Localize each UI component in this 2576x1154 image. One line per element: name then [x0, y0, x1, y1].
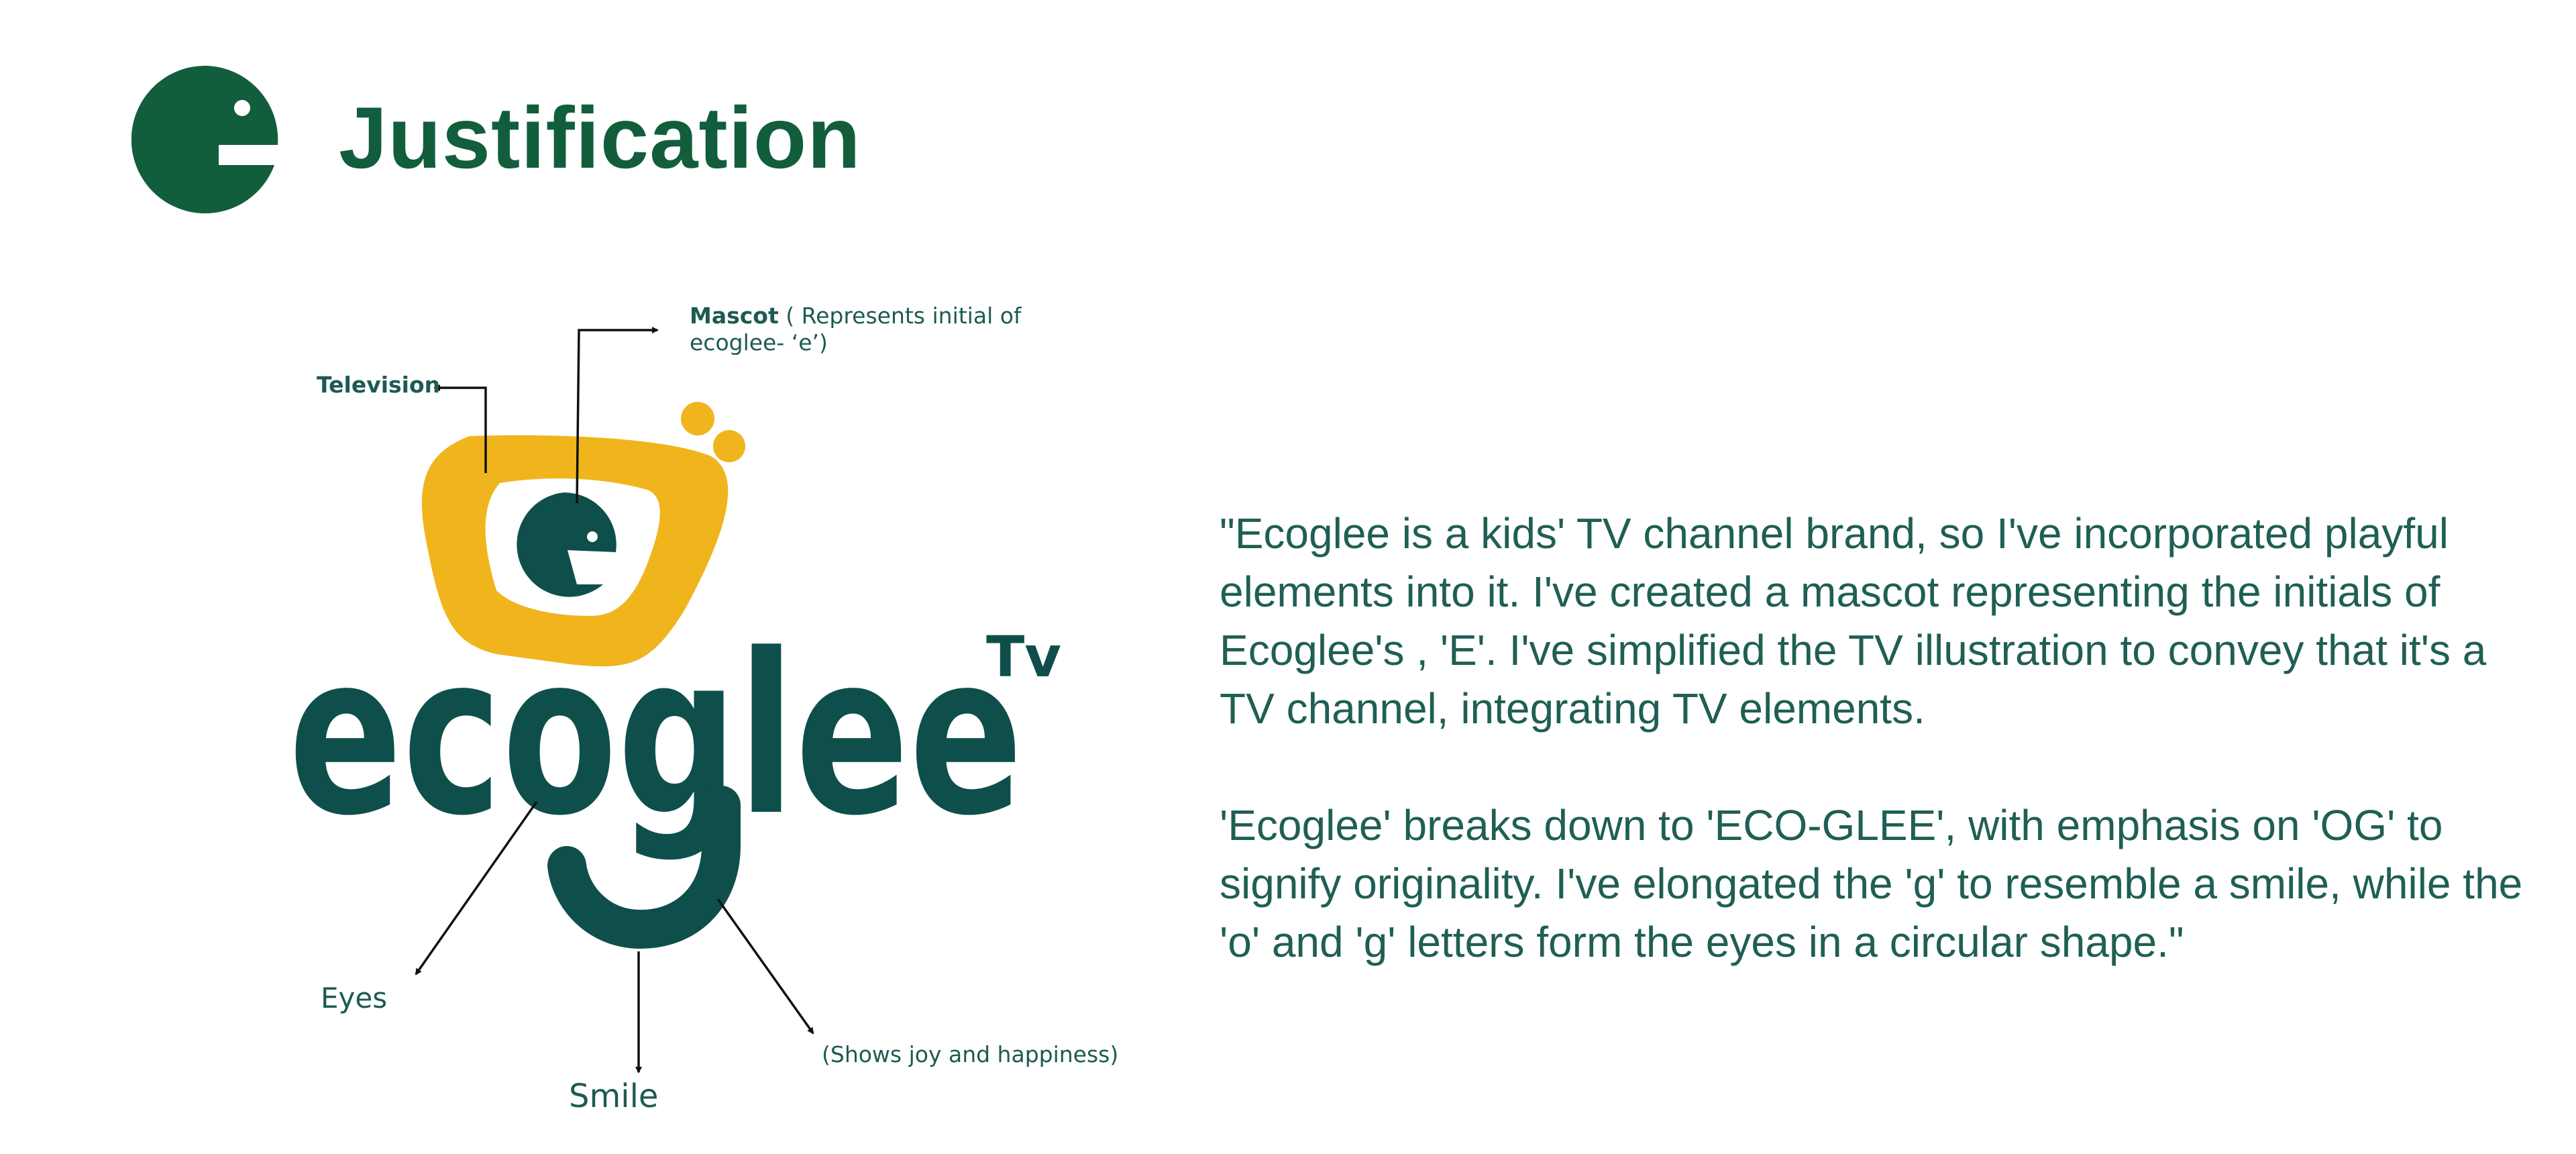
mascot-label: Mascot ( Represents initial of: [690, 303, 1022, 329]
mascot-label-line1: ( Represents initial of: [779, 303, 1022, 329]
logo-diagram: ecoglee Tv Mascot ( Represents initial o…: [288, 303, 1118, 1115]
wordmark: ecoglee: [288, 607, 1023, 864]
smile-label: Smile: [569, 1078, 658, 1115]
joy-arrow: [716, 898, 814, 1035]
mascot-label-line2: ecoglee- ‘e’): [690, 329, 828, 356]
mascot-label-bold: Mascot: [690, 303, 779, 329]
joy-label: (Shows joy and happiness): [822, 1041, 1118, 1067]
wordmark-tv: Tv: [986, 624, 1061, 690]
page-title: Justification: [339, 89, 861, 187]
description: "Ecoglee is a kids' TV channel brand, so…: [1220, 505, 2534, 972]
tv-antenna-icon: [713, 430, 745, 462]
eyes-label: Eyes: [321, 982, 387, 1014]
tv-antenna-icon: [681, 402, 714, 435]
brand-logo-icon: [131, 66, 278, 213]
television-label: Television: [317, 372, 440, 398]
description-paragraph-2: 'Ecoglee' breaks down to 'ECO-GLEE', wit…: [1220, 801, 2523, 966]
mascot-icon: [517, 492, 616, 597]
description-paragraph-1: "Ecoglee is a kids' TV channel brand, so…: [1220, 509, 2487, 733]
